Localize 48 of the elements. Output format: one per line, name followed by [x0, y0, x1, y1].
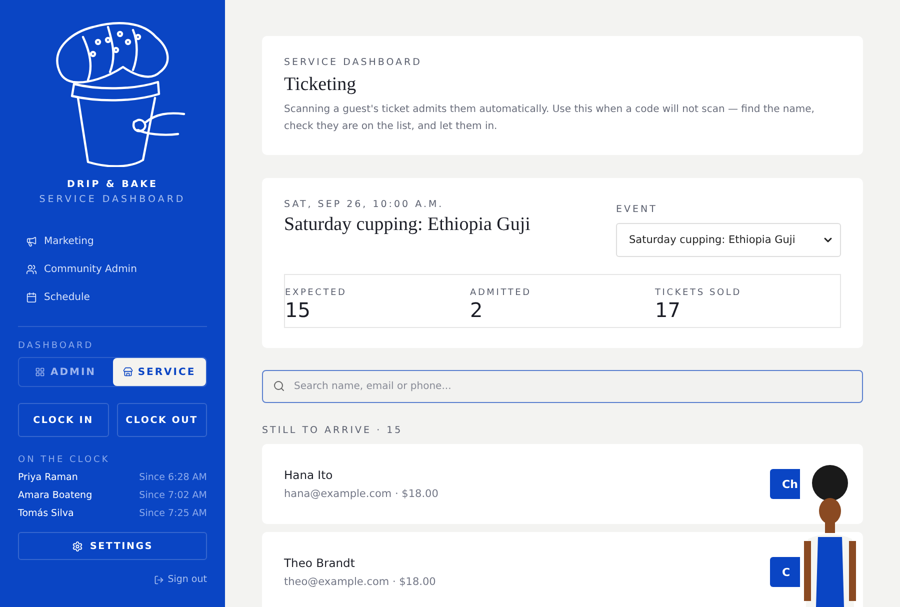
list-heading: STILL TO ARRIVE · 15 — [262, 425, 404, 436]
brand-name: DRIP & BAKE — [66, 179, 160, 190]
event-title: Saturday cupping: Ethiopia Guji — [284, 214, 530, 236]
nav-item[interactable]: Community Admin — [26, 261, 207, 278]
page-title: Ticketing — [284, 74, 358, 96]
clock-in-time: Since 7:25 AM — [139, 508, 207, 518]
mode-tab[interactable]: SERVICE — [112, 358, 206, 386]
stat-label: ADMITTED — [470, 288, 532, 298]
stat-value: 17 — [655, 298, 682, 322]
calendar-icon — [26, 292, 37, 303]
guest-details: hana@example.com · $18.00 — [284, 488, 438, 500]
clock-in-time: Since 7:02 AM — [139, 490, 207, 500]
stat-value: 2 — [470, 298, 484, 322]
clock-button[interactable]: CLOCK IN — [18, 403, 108, 437]
guest-details: theo@example.com · $18.00 — [284, 576, 436, 588]
section-label: ON THE CLOCK — [18, 455, 111, 465]
mode-tab[interactable]: ADMIN — [19, 358, 112, 386]
staff-name: Amara Boateng — [18, 490, 92, 500]
nav-item[interactable]: Schedule — [26, 289, 207, 306]
field-label: EVENT — [616, 204, 658, 215]
staff-name: Tomás Silva — [18, 508, 74, 518]
section-label: DASHBOARD — [18, 341, 95, 351]
stat-label: TICKETS SOLD — [655, 288, 742, 298]
search-field[interactable]: Search name, email or phone... — [262, 370, 863, 403]
search-icon — [273, 380, 285, 392]
stat-label: EXPECTED — [285, 288, 348, 298]
guest-name: Theo Brandt — [284, 556, 356, 570]
users-icon — [26, 264, 37, 275]
sign-out-icon — [154, 574, 164, 584]
sign-out-link[interactable]: Sign out — [154, 574, 207, 585]
nav-item[interactable]: Marketing — [26, 233, 207, 250]
settings-icon — [72, 540, 83, 552]
check-in-button[interactable]: C — [770, 557, 800, 587]
staff-name: Priya Raman — [18, 472, 78, 482]
store-icon — [122, 367, 133, 377]
brand-subtitle: SERVICE DASHBOARD — [38, 194, 187, 205]
event-select[interactable]: Saturday cupping: Ethiopia Guji — [616, 223, 841, 257]
guest-name: Hana Ito — [284, 468, 334, 482]
event-date: SAT, SEP 26, 10:00 A.M. — [284, 199, 445, 210]
eyebrow-label: SERVICE DASHBOARD — [284, 57, 423, 68]
page-description: Scanning a guest's ticket admits them automatically. Use this when a code will not scan — find the name, check they are on the list, and let them in. — [284, 103, 816, 134]
clock-button[interactable]: CLOCK OUT — [116, 403, 207, 437]
settings-button[interactable]: SETTINGS — [18, 532, 207, 560]
grid-icon — [35, 367, 46, 377]
stat-value: 15 — [285, 298, 312, 322]
check-in-button[interactable]: Ch — [770, 469, 800, 499]
clock-in-time: Since 6:28 AM — [139, 472, 207, 482]
megaphone-icon — [26, 236, 37, 247]
